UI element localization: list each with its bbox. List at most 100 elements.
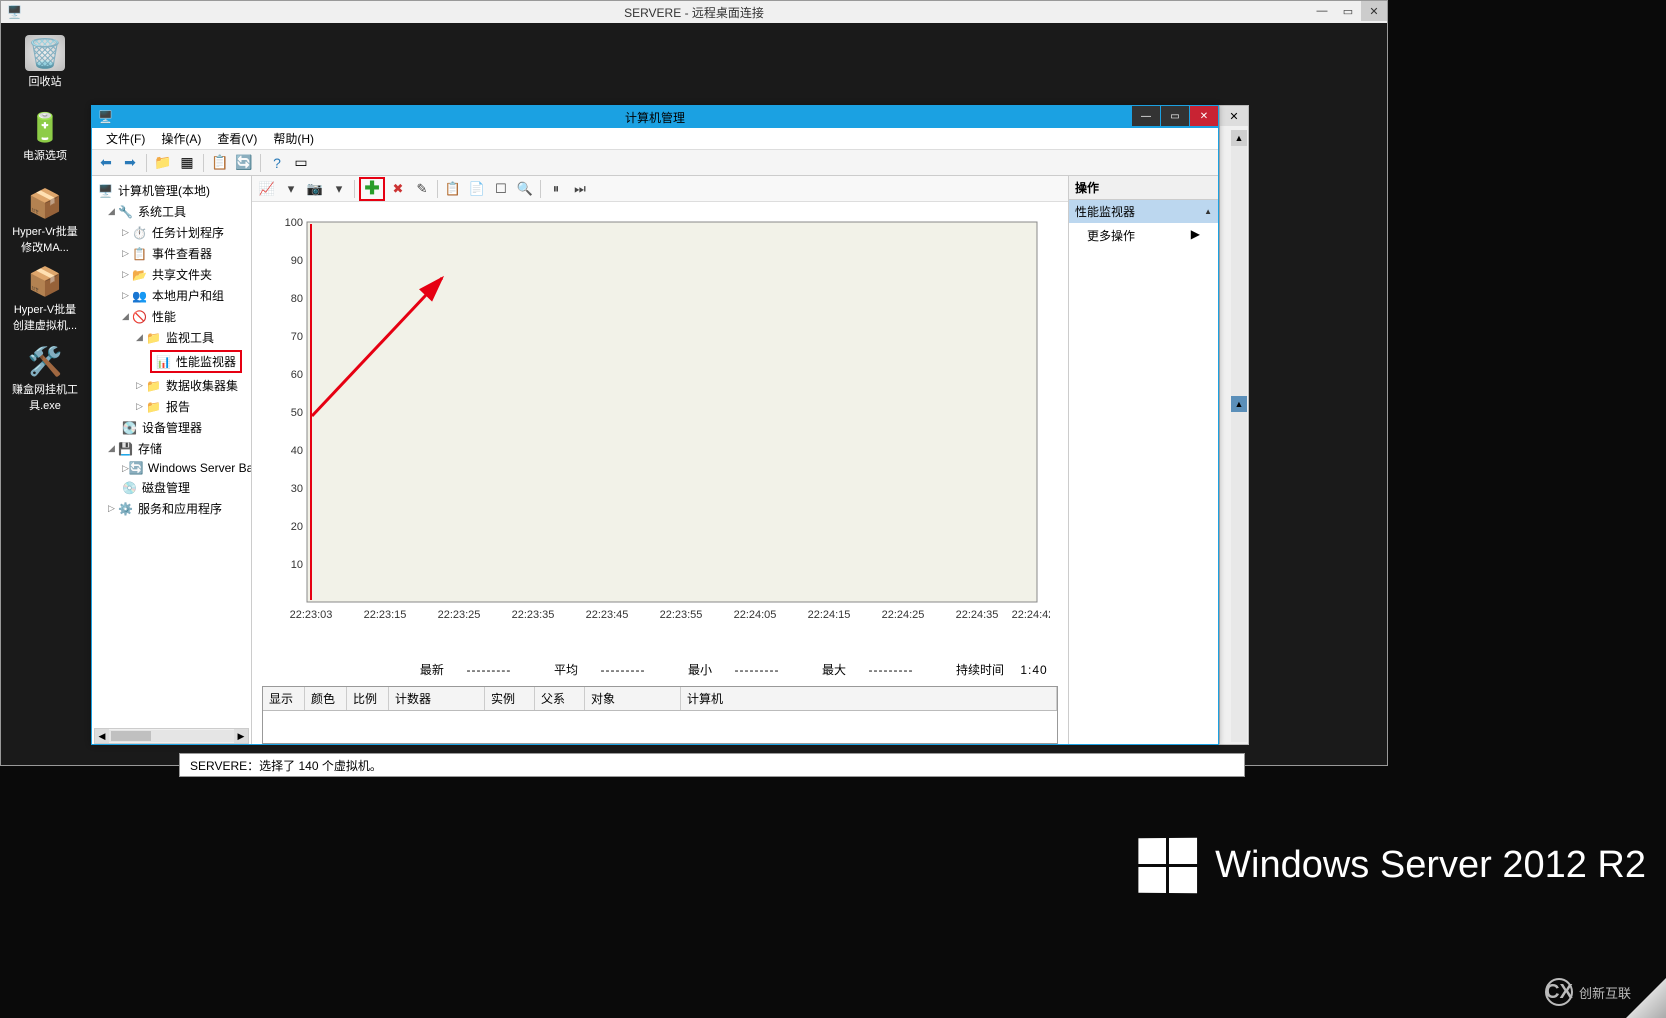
perf-dropdown-button[interactable]: ▾ (280, 179, 302, 199)
tree-localusers[interactable]: ▷👥本地用户和组 (92, 285, 251, 306)
chart-svg: 1009080 706050 403020 10 22:23:03 22:23:… (264, 214, 1050, 624)
col-computer[interactable]: 计算机 (681, 687, 1057, 710)
rdp-max-button[interactable]: ▭ (1335, 1, 1361, 21)
tree-devicemgr[interactable]: 💽设备管理器 (92, 417, 251, 438)
perf-props-button[interactable]: ☐ (490, 179, 512, 199)
svg-text:70: 70 (291, 331, 303, 343)
toolbar-help-button[interactable]: ? (267, 153, 287, 173)
svg-text:22:23:15: 22:23:15 (364, 609, 407, 621)
tree-monitor-tools[interactable]: ◢📁监视工具 (92, 327, 251, 348)
col-scale[interactable]: 比例 (347, 687, 389, 710)
perf-paste-button[interactable]: 📄 (466, 179, 488, 199)
svg-text:10: 10 (291, 559, 303, 571)
mgmt-title: 计算机管理 (625, 109, 685, 126)
summary-latest-val: --------- (454, 663, 524, 677)
actions-more[interactable]: 更多操作▶ (1069, 223, 1218, 248)
desktop-icon-hv1[interactable]: 📦 Hyper-Vr批量修改MA... (9, 185, 81, 255)
perf-copy-button[interactable]: 📋 (442, 179, 464, 199)
toolbar-grid-button[interactable]: ▦ (177, 153, 197, 173)
perf-capture-button[interactable]: 📷 (304, 179, 326, 199)
svg-text:22:24:42: 22:24:42 (1012, 609, 1050, 621)
plus-icon: ✚ (364, 178, 379, 199)
perf-add-counter-button[interactable]: ✚ (359, 177, 385, 201)
col-counter[interactable]: 计数器 (389, 687, 485, 710)
label: 电源选项 (9, 147, 81, 163)
tree-datacollector[interactable]: ▷📁数据收集器集 (92, 375, 251, 396)
tree-wsb[interactable]: ▷🔄Windows Server Back (92, 459, 251, 477)
actions-selected[interactable]: 性能监视器▲ (1069, 200, 1218, 223)
menu-file[interactable]: 文件(F) (98, 128, 153, 149)
col-show[interactable]: 显示 (263, 687, 305, 710)
mgmt-max-button[interactable]: ▭ (1161, 106, 1189, 126)
tree-hscrollbar[interactable]: ◀▶ (94, 728, 249, 744)
actions-header: 操作 (1069, 176, 1218, 200)
counter-legend-table[interactable]: 显示 颜色 比例 计数器 实例 父系 对象 计算机 (262, 686, 1058, 744)
perf-view-button[interactable]: 📈 (256, 179, 278, 199)
perf-pause-button[interactable]: ⏸ (545, 179, 567, 199)
toolbar-extra-button[interactable]: ▭ (291, 153, 311, 173)
tree-shares[interactable]: ▷📂共享文件夹 (92, 264, 251, 285)
svg-text:22:24:05: 22:24:05 (734, 609, 777, 621)
chart-summary-row: 最新 --------- 平均 --------- 最小 --------- 最… (252, 657, 1068, 682)
app-icon: 🛠️ (25, 343, 65, 379)
label: Hyper-Vr批量修改MA... (9, 223, 81, 255)
menu-view[interactable]: 查看(V) (209, 128, 265, 149)
collapse-icon: ▲ (1204, 207, 1212, 216)
col-parent[interactable]: 父系 (535, 687, 585, 710)
desktop-icon-power[interactable]: 🔋 电源选项 (9, 109, 81, 163)
svg-text:40: 40 (291, 445, 303, 457)
desktop-icon-tool[interactable]: 🛠️ 赚盒网挂机工具.exe (9, 343, 81, 413)
tree-root[interactable]: 🖥️计算机管理(本地) (92, 180, 251, 201)
svg-text:22:24:15: 22:24:15 (808, 609, 851, 621)
svg-text:100: 100 (285, 217, 303, 229)
menu-action[interactable]: 操作(A) (153, 128, 209, 149)
col-instance[interactable]: 实例 (485, 687, 535, 710)
tree-diskmgmt[interactable]: 💿磁盘管理 (92, 477, 251, 498)
rdp-min-button[interactable]: — (1309, 1, 1335, 21)
toolbar-folder-button[interactable]: 📁 (153, 153, 173, 173)
perf-resume-button[interactable]: ⏭ (569, 179, 591, 199)
col-color[interactable]: 颜色 (305, 687, 347, 710)
label: Hyper-V批量创建虚拟机... (9, 301, 81, 333)
perf-zoom-button[interactable]: 🔍 (514, 179, 536, 199)
rdp-icon: 🖥️ (7, 5, 21, 19)
desktop-icon-hv2[interactable]: 📦 Hyper-V批量创建虚拟机... (9, 263, 81, 333)
svg-text:20: 20 (291, 521, 303, 533)
perf-highlight-button[interactable]: ✎ (411, 179, 433, 199)
svg-text:22:23:03: 22:23:03 (290, 609, 333, 621)
rdp-titlebar[interactable]: 🖥️ SERVERE - 远程桌面连接 — ▭ ✕ (1, 1, 1387, 23)
perf-dropdown2-button[interactable]: ▾ (328, 179, 350, 199)
toolbar-refresh-button[interactable]: 🔄 (234, 153, 254, 173)
svg-text:50: 50 (291, 407, 303, 419)
svg-text:22:24:35: 22:24:35 (956, 609, 999, 621)
tree-services[interactable]: ▷⚙️服务和应用程序 (92, 498, 251, 519)
menu-help[interactable]: 帮助(H) (265, 128, 322, 149)
archive-icon: 📦 (25, 185, 65, 221)
rdp-close-button[interactable]: ✕ (1361, 1, 1387, 21)
col-object[interactable]: 对象 (585, 687, 681, 710)
windows-logo-icon (1139, 838, 1198, 893)
mgmt-min-button[interactable]: — (1132, 106, 1160, 126)
tree-reports[interactable]: ▷📁报告 (92, 396, 251, 417)
mgmt-titlebar[interactable]: 🖥️ 计算机管理 — ▭ ✕ (92, 106, 1218, 128)
tree-systools[interactable]: ◢🔧系统工具 (92, 201, 251, 222)
tree-perfmon[interactable]: 📊性能监视器 (92, 348, 251, 375)
tree-scheduler[interactable]: ▷⏱️任务计划程序 (92, 222, 251, 243)
tree-performance[interactable]: ◢🚫性能 (92, 306, 251, 327)
toolbar-properties-button[interactable]: 📋 (210, 153, 230, 173)
bg-close-button[interactable]: ✕ (1220, 106, 1248, 126)
svg-text:80: 80 (291, 293, 303, 305)
mgmt-close-button[interactable]: ✕ (1190, 106, 1218, 126)
desktop-icon-recycle[interactable]: 🗑️ 回收站 (9, 35, 81, 89)
nav-back-button[interactable]: ⬅ (96, 153, 116, 173)
bg-scrollbar[interactable]: ▲ ▲ (1231, 130, 1247, 742)
summary-dur-lbl: 持续时间 (956, 661, 1004, 678)
perf-delete-button[interactable]: ✖ (387, 179, 409, 199)
actions-pane: 操作 性能监视器▲ 更多操作▶ (1068, 176, 1218, 744)
tree-eventviewer[interactable]: ▷📋事件查看器 (92, 243, 251, 264)
windows-watermark: Windows Server 2012 R2 (1138, 838, 1646, 893)
summary-max-val: --------- (856, 663, 926, 677)
summary-min-lbl: 最小 (688, 661, 712, 678)
nav-forward-button[interactable]: ➡ (120, 153, 140, 173)
tree-storage[interactable]: ◢💾存储 (92, 438, 251, 459)
